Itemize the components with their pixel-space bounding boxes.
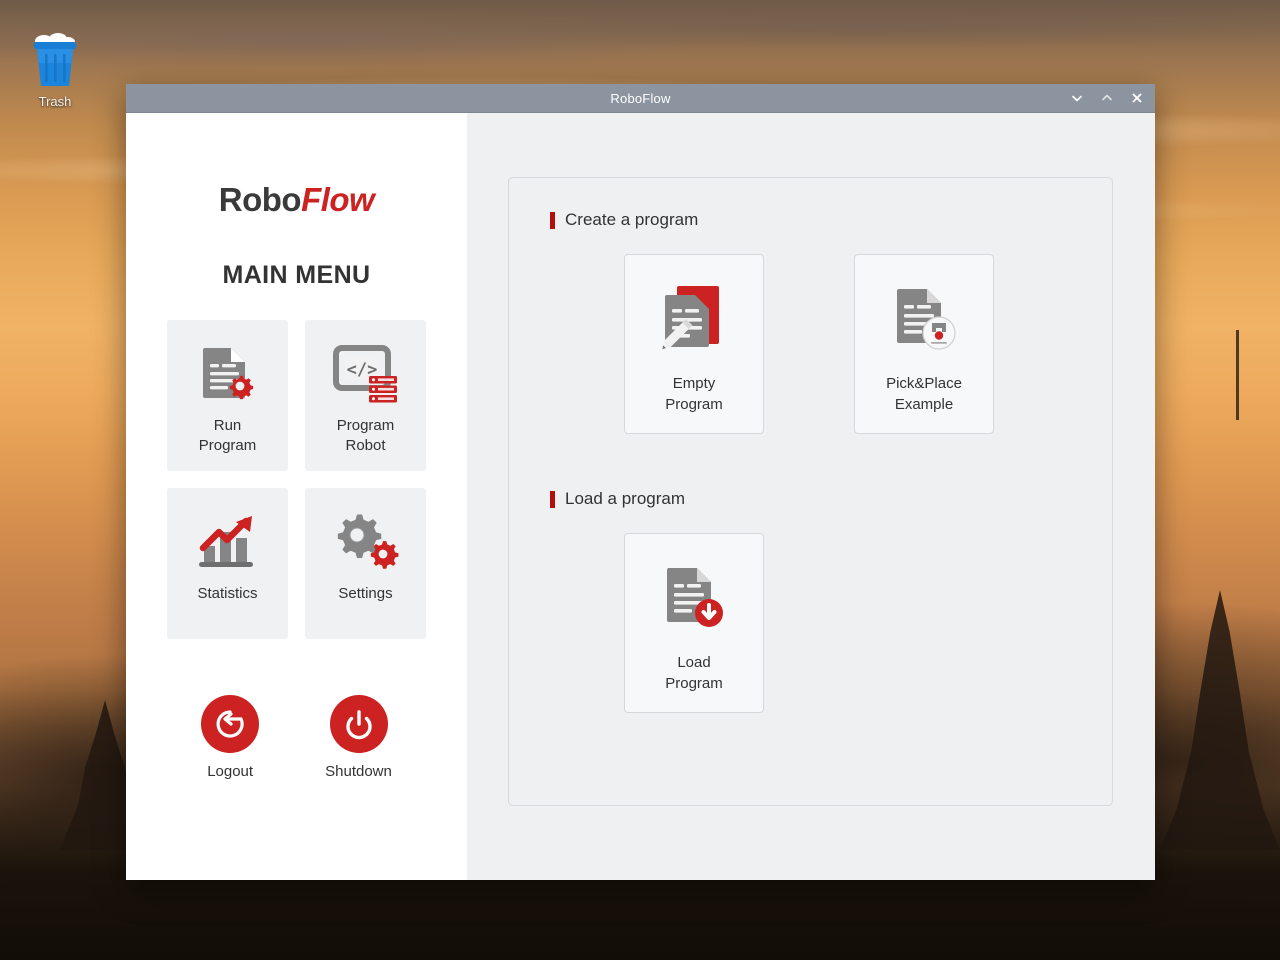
card-label: EmptyProgram: [665, 373, 723, 416]
power-icon: [330, 695, 388, 753]
document-gripper-icon: [887, 279, 961, 363]
section-marker-icon: [550, 212, 555, 229]
card-empty-program[interactable]: EmptyProgram: [624, 254, 764, 434]
menu-tile-label: ProgramRobot: [337, 416, 395, 457]
maximize-button[interactable]: [1099, 90, 1115, 106]
logo-text-accent: Flow: [301, 181, 374, 218]
menu-tile-label: Settings: [338, 584, 392, 604]
shutdown-button[interactable]: Shutdown: [325, 695, 392, 780]
desktop-icon-trash[interactable]: Trash: [18, 30, 92, 109]
section-title: Create a program: [565, 210, 698, 230]
section-title: Load a program: [565, 489, 685, 509]
app-window: RoboFlow RoboFlow MAIN MENU: [126, 84, 1155, 880]
app-logo: RoboFlow: [219, 181, 374, 219]
card-label: Pick&PlaceExample: [886, 373, 962, 416]
antenna-silhouette: [1236, 330, 1239, 420]
logout-label: Logout: [207, 763, 253, 780]
bar-chart-arrow-icon: [194, 502, 262, 580]
menu-tile-label: Statistics: [197, 584, 257, 604]
minimize-button[interactable]: [1069, 90, 1085, 106]
section-marker-icon: [550, 491, 555, 508]
window-body: RoboFlow MAIN MENU: [126, 113, 1155, 880]
gears-icon: [329, 502, 403, 580]
document-download-icon: [657, 558, 731, 642]
document-gear-icon: [195, 334, 261, 412]
main-menu-grid: RunProgram </>: [167, 320, 426, 639]
load-program-cards: LoadProgram: [550, 533, 1112, 713]
shutdown-label: Shutdown: [325, 763, 392, 780]
create-program-cards: EmptyProgram: [550, 254, 1112, 434]
program-section-container: Create a program: [508, 177, 1113, 806]
monitor-code-icon: </>: [331, 334, 401, 412]
section-header-load: Load a program: [550, 489, 1112, 509]
desktop-icon-label: Trash: [18, 94, 92, 109]
window-title: RoboFlow: [126, 91, 1155, 106]
sidebar: RoboFlow MAIN MENU: [126, 113, 467, 880]
trash-icon: [18, 30, 92, 88]
menu-tile-settings[interactable]: Settings: [305, 488, 426, 639]
window-title-bar[interactable]: RoboFlow: [126, 84, 1155, 113]
close-button[interactable]: [1129, 90, 1145, 106]
logo-text-primary: Robo: [219, 181, 301, 218]
section-header-create: Create a program: [550, 210, 1112, 230]
logout-icon: [201, 695, 259, 753]
menu-tile-program-robot[interactable]: </>: [305, 320, 426, 471]
card-pick-and-place-example[interactable]: Pick&PlaceExample: [854, 254, 994, 434]
menu-tile-label: RunProgram: [199, 416, 257, 457]
card-load-program[interactable]: LoadProgram: [624, 533, 764, 713]
card-label: LoadProgram: [665, 652, 723, 695]
document-pencil-icon: [657, 279, 731, 363]
logout-button[interactable]: Logout: [201, 695, 259, 780]
menu-tile-run-program[interactable]: RunProgram: [167, 320, 288, 471]
main-panel: Create a program: [467, 113, 1155, 880]
temple-silhouette: [1160, 590, 1280, 850]
power-actions: Logout Shutdown: [201, 695, 392, 780]
window-controls: [1069, 84, 1145, 112]
page-title: MAIN MENU: [222, 261, 370, 290]
desktop: Trash RoboFlow RoboFlow: [0, 0, 1280, 960]
menu-tile-statistics[interactable]: Statistics: [167, 488, 288, 639]
